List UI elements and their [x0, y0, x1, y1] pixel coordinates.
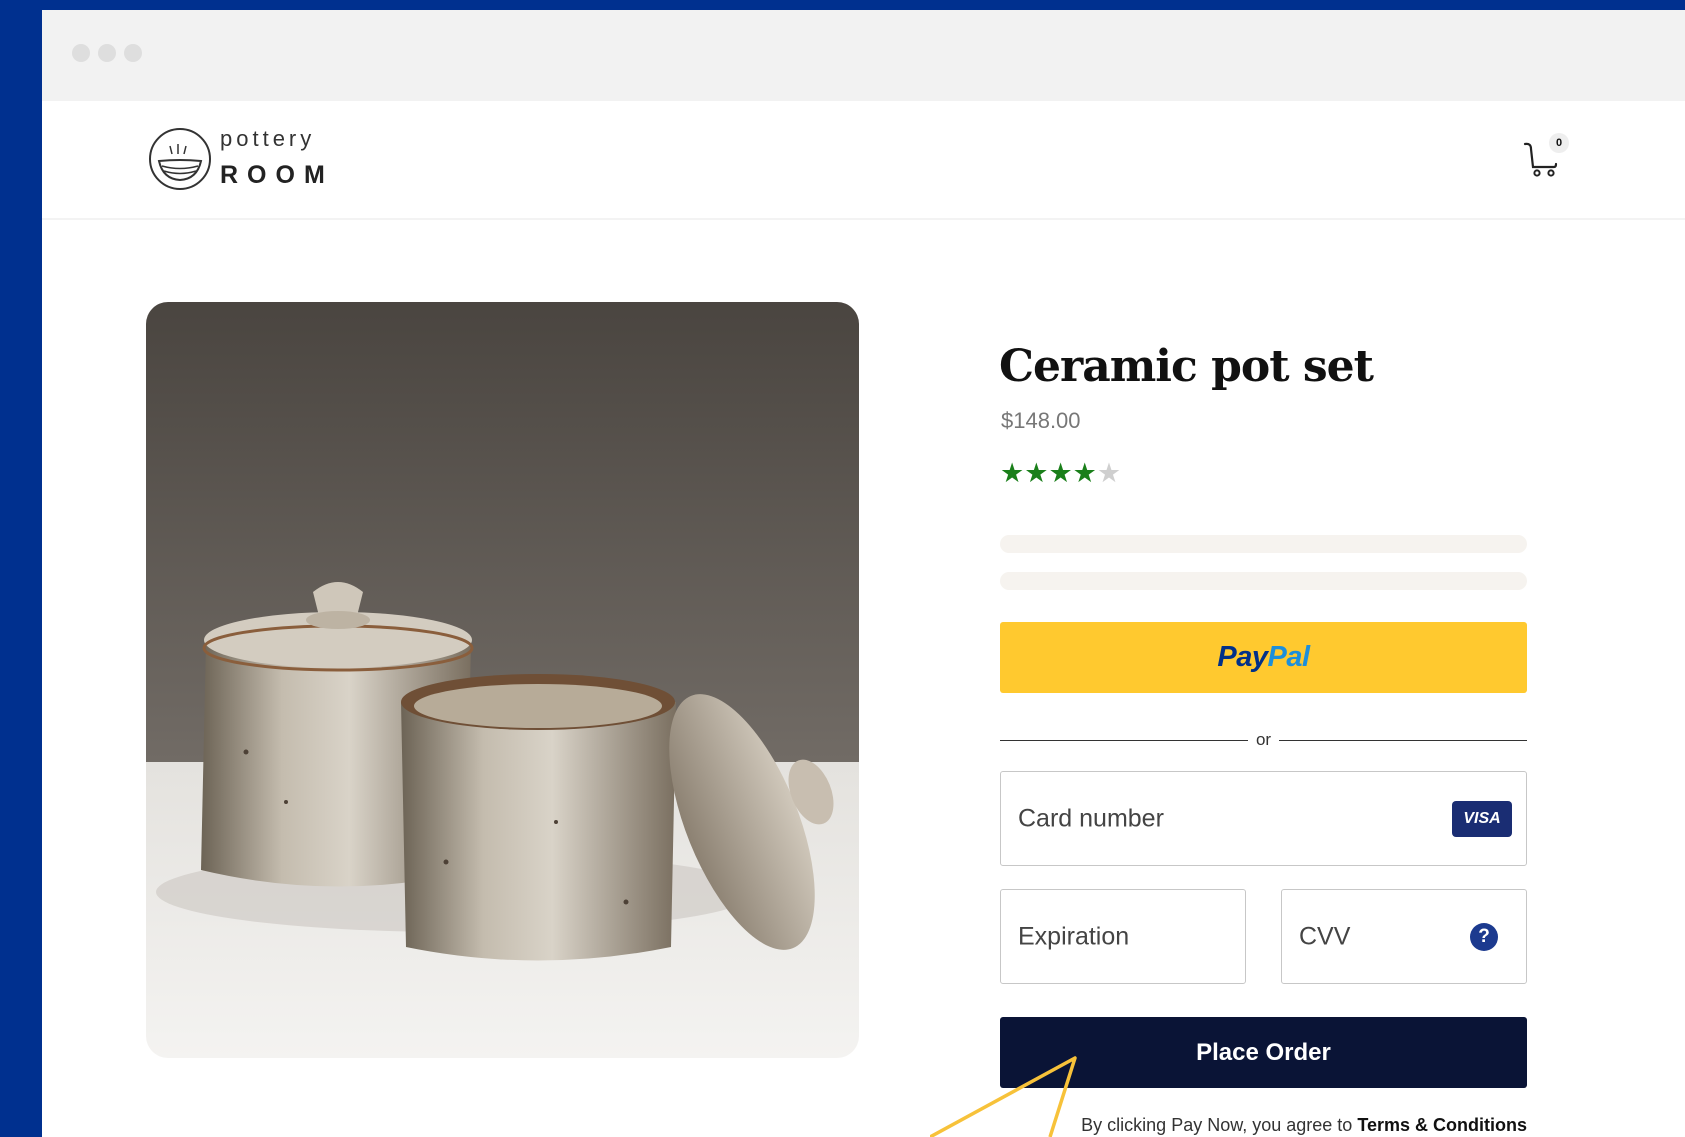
terms-text: By clicking Pay Now, you agree to — [1082, 1115, 1358, 1135]
product-title: Ceramic pot set — [999, 341, 1374, 392]
browser-titlebar — [42, 10, 1685, 101]
rating-stars: ★★★★★ — [1000, 458, 1121, 488]
loading-placeholder-line-1 — [1000, 535, 1527, 553]
or-divider: or — [1000, 730, 1527, 750]
site-header: pottery ROOM 0 — [42, 101, 1685, 220]
card-number-placeholder: Card number — [1018, 804, 1164, 832]
terms-notice: By clicking Pay Now, you agree to Terms … — [1082, 1113, 1527, 1137]
window-dot-1[interactable] — [72, 44, 90, 62]
window-dot-2[interactable] — [98, 44, 116, 62]
product-image — [146, 302, 859, 1058]
star-empty-icon: ★ — [1096, 458, 1122, 488]
logo-text-room: ROOM — [220, 161, 334, 189]
ceramic-pots-photo — [146, 302, 859, 1058]
cart-count-badge: 0 — [1549, 133, 1569, 153]
window-dot-3[interactable] — [124, 44, 142, 62]
pottery-bowl-logo-icon — [149, 128, 211, 190]
logo-text-pottery: pottery — [220, 126, 316, 151]
card-number-field[interactable]: Card number VISA — [1000, 771, 1527, 866]
visa-card-icon: VISA — [1452, 800, 1512, 837]
expiration-field[interactable]: Expiration — [1000, 889, 1246, 984]
cvv-placeholder: CVV — [1299, 922, 1351, 950]
paypal-button[interactable]: Pay Pal — [1000, 622, 1527, 693]
paypal-logo-pay: Pay — [1217, 641, 1268, 673]
terms-link[interactable]: Terms & Conditions — [1357, 1115, 1527, 1135]
product-price: $148.00 — [1001, 408, 1081, 433]
loading-placeholder-line-2 — [1000, 572, 1527, 590]
annotation-arrow-icon — [930, 1056, 1077, 1137]
help-icon[interactable]: ? — [1470, 922, 1498, 951]
star-filled-icon: ★ — [1072, 458, 1097, 488]
star-filled-icon: ★ — [1024, 458, 1049, 488]
divider-label: or — [1255, 730, 1272, 749]
expiration-placeholder: Expiration — [1018, 922, 1130, 950]
browser-window: pottery ROOM 0 Ceramic pot set $148.00 ★… — [42, 10, 1685, 1137]
cvv-field[interactable]: CVV ? — [1281, 889, 1527, 984]
star-filled-icon: ★ — [1000, 458, 1025, 488]
paypal-logo-pal: Pal — [1267, 641, 1311, 673]
star-filled-icon: ★ — [1048, 458, 1073, 488]
